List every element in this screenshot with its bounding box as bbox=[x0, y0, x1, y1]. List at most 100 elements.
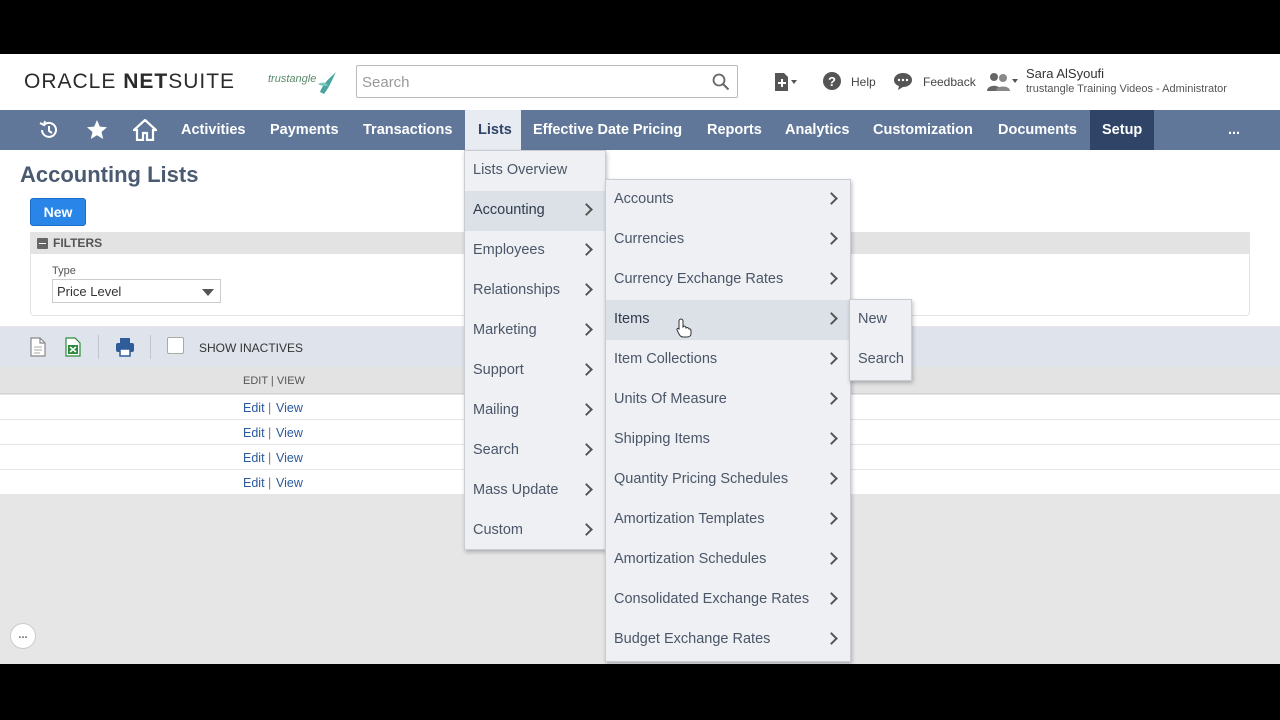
menu-item-new[interactable]: New bbox=[850, 300, 911, 340]
menu-item-currency-exchange-rates[interactable]: Currency Exchange Rates bbox=[606, 260, 850, 300]
menu-item-relationships[interactable]: Relationships bbox=[465, 271, 605, 311]
nav-transactions[interactable]: Transactions bbox=[363, 110, 452, 150]
dropdown-caret-icon[interactable] bbox=[202, 289, 214, 296]
chat-more-button[interactable]: ... bbox=[10, 623, 36, 649]
chevron-right-icon bbox=[580, 443, 593, 456]
menu-item-marketing[interactable]: Marketing bbox=[465, 311, 605, 351]
show-inactives-label: SHOW INACTIVES bbox=[199, 341, 304, 355]
chevron-right-icon bbox=[580, 523, 593, 536]
export-excel-icon[interactable] bbox=[65, 337, 81, 357]
menu-item-item-collections[interactable]: Item Collections bbox=[606, 340, 850, 380]
menu-item-amortization-schedules[interactable]: Amortization Schedules bbox=[606, 540, 850, 580]
nav-more[interactable]: ... bbox=[1228, 110, 1240, 150]
menu-item-employees[interactable]: Employees bbox=[465, 231, 605, 271]
menu-item-units-of-measure[interactable]: Units Of Measure bbox=[606, 380, 850, 420]
chevron-right-icon bbox=[825, 272, 838, 285]
show-inactives-checkbox[interactable] bbox=[167, 337, 184, 354]
help-icon[interactable]: ? bbox=[822, 71, 842, 91]
chevron-right-icon bbox=[580, 203, 593, 216]
logo-net: NET bbox=[116, 70, 169, 93]
menu-item-label: Accounting bbox=[473, 202, 545, 218]
print-icon[interactable] bbox=[115, 337, 135, 357]
nav-analytics[interactable]: Analytics bbox=[785, 110, 849, 150]
hand-pointer-cursor-icon bbox=[676, 318, 692, 338]
menu-item-label: Accounts bbox=[614, 191, 674, 207]
nav-setup[interactable]: Setup bbox=[1090, 110, 1155, 150]
nav-effective-date-pricing[interactable]: Effective Date Pricing bbox=[533, 110, 682, 150]
edit-link[interactable]: Edit bbox=[243, 426, 265, 440]
favorites-star-icon[interactable] bbox=[86, 119, 108, 141]
user-name[interactable]: Sara AlSyoufi bbox=[1026, 66, 1104, 81]
menu-item-accounts[interactable]: Accounts bbox=[606, 180, 850, 220]
view-link[interactable]: View bbox=[276, 426, 303, 440]
menu-item-currencies[interactable]: Currencies bbox=[606, 220, 850, 260]
menu-item-mailing[interactable]: Mailing bbox=[465, 391, 605, 431]
nav-documents[interactable]: Documents bbox=[998, 110, 1077, 150]
search-input[interactable] bbox=[362, 72, 702, 92]
menu-item-items[interactable]: Items bbox=[606, 300, 850, 340]
logo-oracle: ORACLE bbox=[24, 70, 117, 93]
browser-viewport: ORACLE NETSUITE trustangle ? Help bbox=[0, 54, 1280, 664]
menu-item-mass-update[interactable]: Mass Update bbox=[465, 471, 605, 511]
menu-item-accounting[interactable]: Accounting bbox=[465, 191, 605, 231]
column-edit-view[interactable]: EDIT | VIEW bbox=[243, 375, 305, 387]
chevron-right-icon bbox=[580, 403, 593, 416]
menu-item-label: Relationships bbox=[473, 282, 561, 298]
chevron-right-icon bbox=[580, 323, 593, 336]
view-link[interactable]: View bbox=[276, 476, 303, 490]
menu-item-lists-overview[interactable]: Lists Overview bbox=[465, 151, 605, 191]
menu-item-label: Item Collections bbox=[614, 351, 718, 367]
trustangle-logo: trustangle bbox=[268, 68, 340, 98]
menu-item-shipping-items[interactable]: Shipping Items bbox=[606, 420, 850, 460]
recent-records-icon[interactable] bbox=[772, 71, 798, 93]
feedback-link[interactable]: Feedback bbox=[923, 75, 976, 89]
header: ORACLE NETSUITE trustangle ? Help bbox=[0, 54, 1280, 110]
menu-item-label: Currencies bbox=[614, 231, 685, 247]
nav-reports[interactable]: Reports bbox=[707, 110, 762, 150]
search-icon[interactable] bbox=[712, 73, 730, 91]
menu-item-label: Items bbox=[614, 311, 650, 327]
chevron-right-icon bbox=[580, 283, 593, 296]
menu-item-search-items[interactable]: Search bbox=[850, 340, 911, 380]
nav-payments[interactable]: Payments bbox=[270, 110, 339, 150]
home-icon[interactable] bbox=[133, 119, 157, 141]
menu-item-quantity-pricing-schedules[interactable]: Quantity Pricing Schedules bbox=[606, 460, 850, 500]
menu-item-label: Units Of Measure bbox=[614, 391, 727, 407]
menu-item-custom[interactable]: Custom bbox=[465, 511, 605, 551]
export-csv-icon[interactable] bbox=[30, 337, 46, 357]
nav-activities[interactable]: Activities bbox=[181, 110, 245, 150]
collapse-icon[interactable] bbox=[37, 238, 48, 249]
menu-item-support[interactable]: Support bbox=[465, 351, 605, 391]
nav-lists[interactable]: Lists bbox=[465, 110, 521, 150]
global-search[interactable] bbox=[356, 65, 738, 98]
edit-link[interactable]: Edit bbox=[243, 401, 265, 415]
nav-customization[interactable]: Customization bbox=[873, 110, 973, 150]
view-link[interactable]: View bbox=[276, 401, 303, 415]
menu-item-amortization-templates[interactable]: Amortization Templates bbox=[606, 500, 850, 540]
main-navigation: Activities Payments Transactions Lists E… bbox=[0, 110, 1280, 150]
user-role[interactable]: trustangle Training Videos - Administrat… bbox=[1026, 83, 1227, 95]
view-link[interactable]: View bbox=[276, 451, 303, 465]
chevron-right-icon bbox=[825, 352, 838, 365]
help-link[interactable]: Help bbox=[851, 75, 876, 89]
menu-item-search[interactable]: Search bbox=[465, 431, 605, 471]
page-title: Accounting Lists bbox=[20, 162, 199, 187]
chevron-right-icon bbox=[580, 363, 593, 376]
type-select[interactable]: Price Level bbox=[52, 279, 221, 303]
feedback-icon[interactable] bbox=[893, 71, 913, 91]
user-roles-icon[interactable] bbox=[987, 71, 1019, 93]
new-button[interactable]: New bbox=[30, 198, 86, 226]
link-separator: | bbox=[268, 426, 272, 440]
menu-item-label: Search bbox=[858, 351, 904, 367]
chevron-right-icon bbox=[825, 312, 838, 325]
edit-link[interactable]: Edit bbox=[243, 451, 265, 465]
menu-item-budget-exchange-rates[interactable]: Budget Exchange Rates bbox=[606, 620, 850, 660]
menu-item-label: Support bbox=[473, 362, 524, 378]
menu-item-consolidated-exchange-rates[interactable]: Consolidated Exchange Rates bbox=[606, 580, 850, 620]
recent-icon[interactable] bbox=[38, 119, 60, 141]
edit-link[interactable]: Edit bbox=[243, 476, 265, 490]
oracle-netsuite-logo[interactable]: ORACLE NETSUITE bbox=[24, 70, 235, 94]
chevron-right-icon bbox=[580, 483, 593, 496]
chevron-right-icon bbox=[825, 592, 838, 605]
chevron-right-icon bbox=[825, 192, 838, 205]
